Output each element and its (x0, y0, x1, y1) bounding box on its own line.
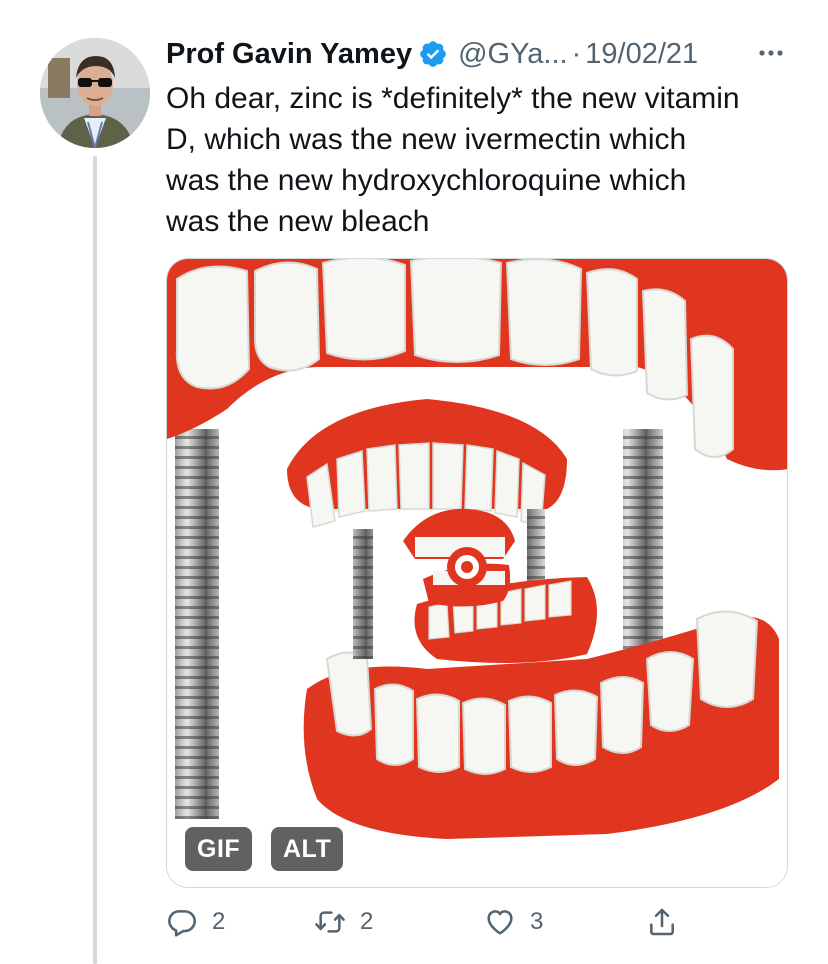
tweet-text-line: D, which was the new ivermectin which (166, 123, 687, 156)
share-icon (650, 908, 674, 936)
avatar[interactable] (40, 38, 150, 148)
reply-button[interactable]: 2 (166, 900, 225, 944)
tweet-text-line: was the new bleach (166, 205, 430, 238)
retweet-button[interactable]: 2 (314, 900, 373, 944)
tweet-text-line: Oh dear, zinc is *definitely* the new vi… (166, 82, 740, 115)
reply-icon (168, 910, 196, 937)
retweet-count: 2 (360, 908, 374, 935)
gif-badge: GIF (185, 827, 253, 871)
like-count: 3 (530, 908, 544, 935)
verified-badge-icon (420, 41, 446, 67)
alt-text-button[interactable]: ALT (271, 827, 344, 871)
tweet-header: Prof Gavin Yamey @GYa... · 19/02/21 (166, 34, 796, 74)
author-name[interactable]: Prof Gavin Yamey (166, 38, 412, 71)
tweet-media-gif[interactable]: GIF ALT (166, 258, 788, 888)
tweet-date[interactable]: 19/02/21 (585, 38, 698, 71)
like-button[interactable]: 3 (484, 900, 543, 944)
share-button[interactable] (646, 900, 692, 944)
tweet-actions: 2 2 3 (166, 900, 686, 944)
retweet-icon (315, 911, 345, 933)
more-icon[interactable] (754, 36, 788, 70)
tweet[interactable]: Prof Gavin Yamey @GYa... · 19/02/21 Oh d… (0, 0, 828, 964)
separator: · (571, 37, 582, 70)
tweet-text: Oh dear, zinc is *definitely* the new vi… (166, 78, 806, 242)
reply-count: 2 (212, 908, 226, 935)
tweet-text-line: was the new hydroxychloroquine which (166, 164, 687, 197)
thread-line (93, 156, 97, 964)
author-handle[interactable]: @GYa... (458, 38, 568, 71)
like-icon (487, 910, 513, 935)
dentures-gif-image (167, 259, 787, 887)
